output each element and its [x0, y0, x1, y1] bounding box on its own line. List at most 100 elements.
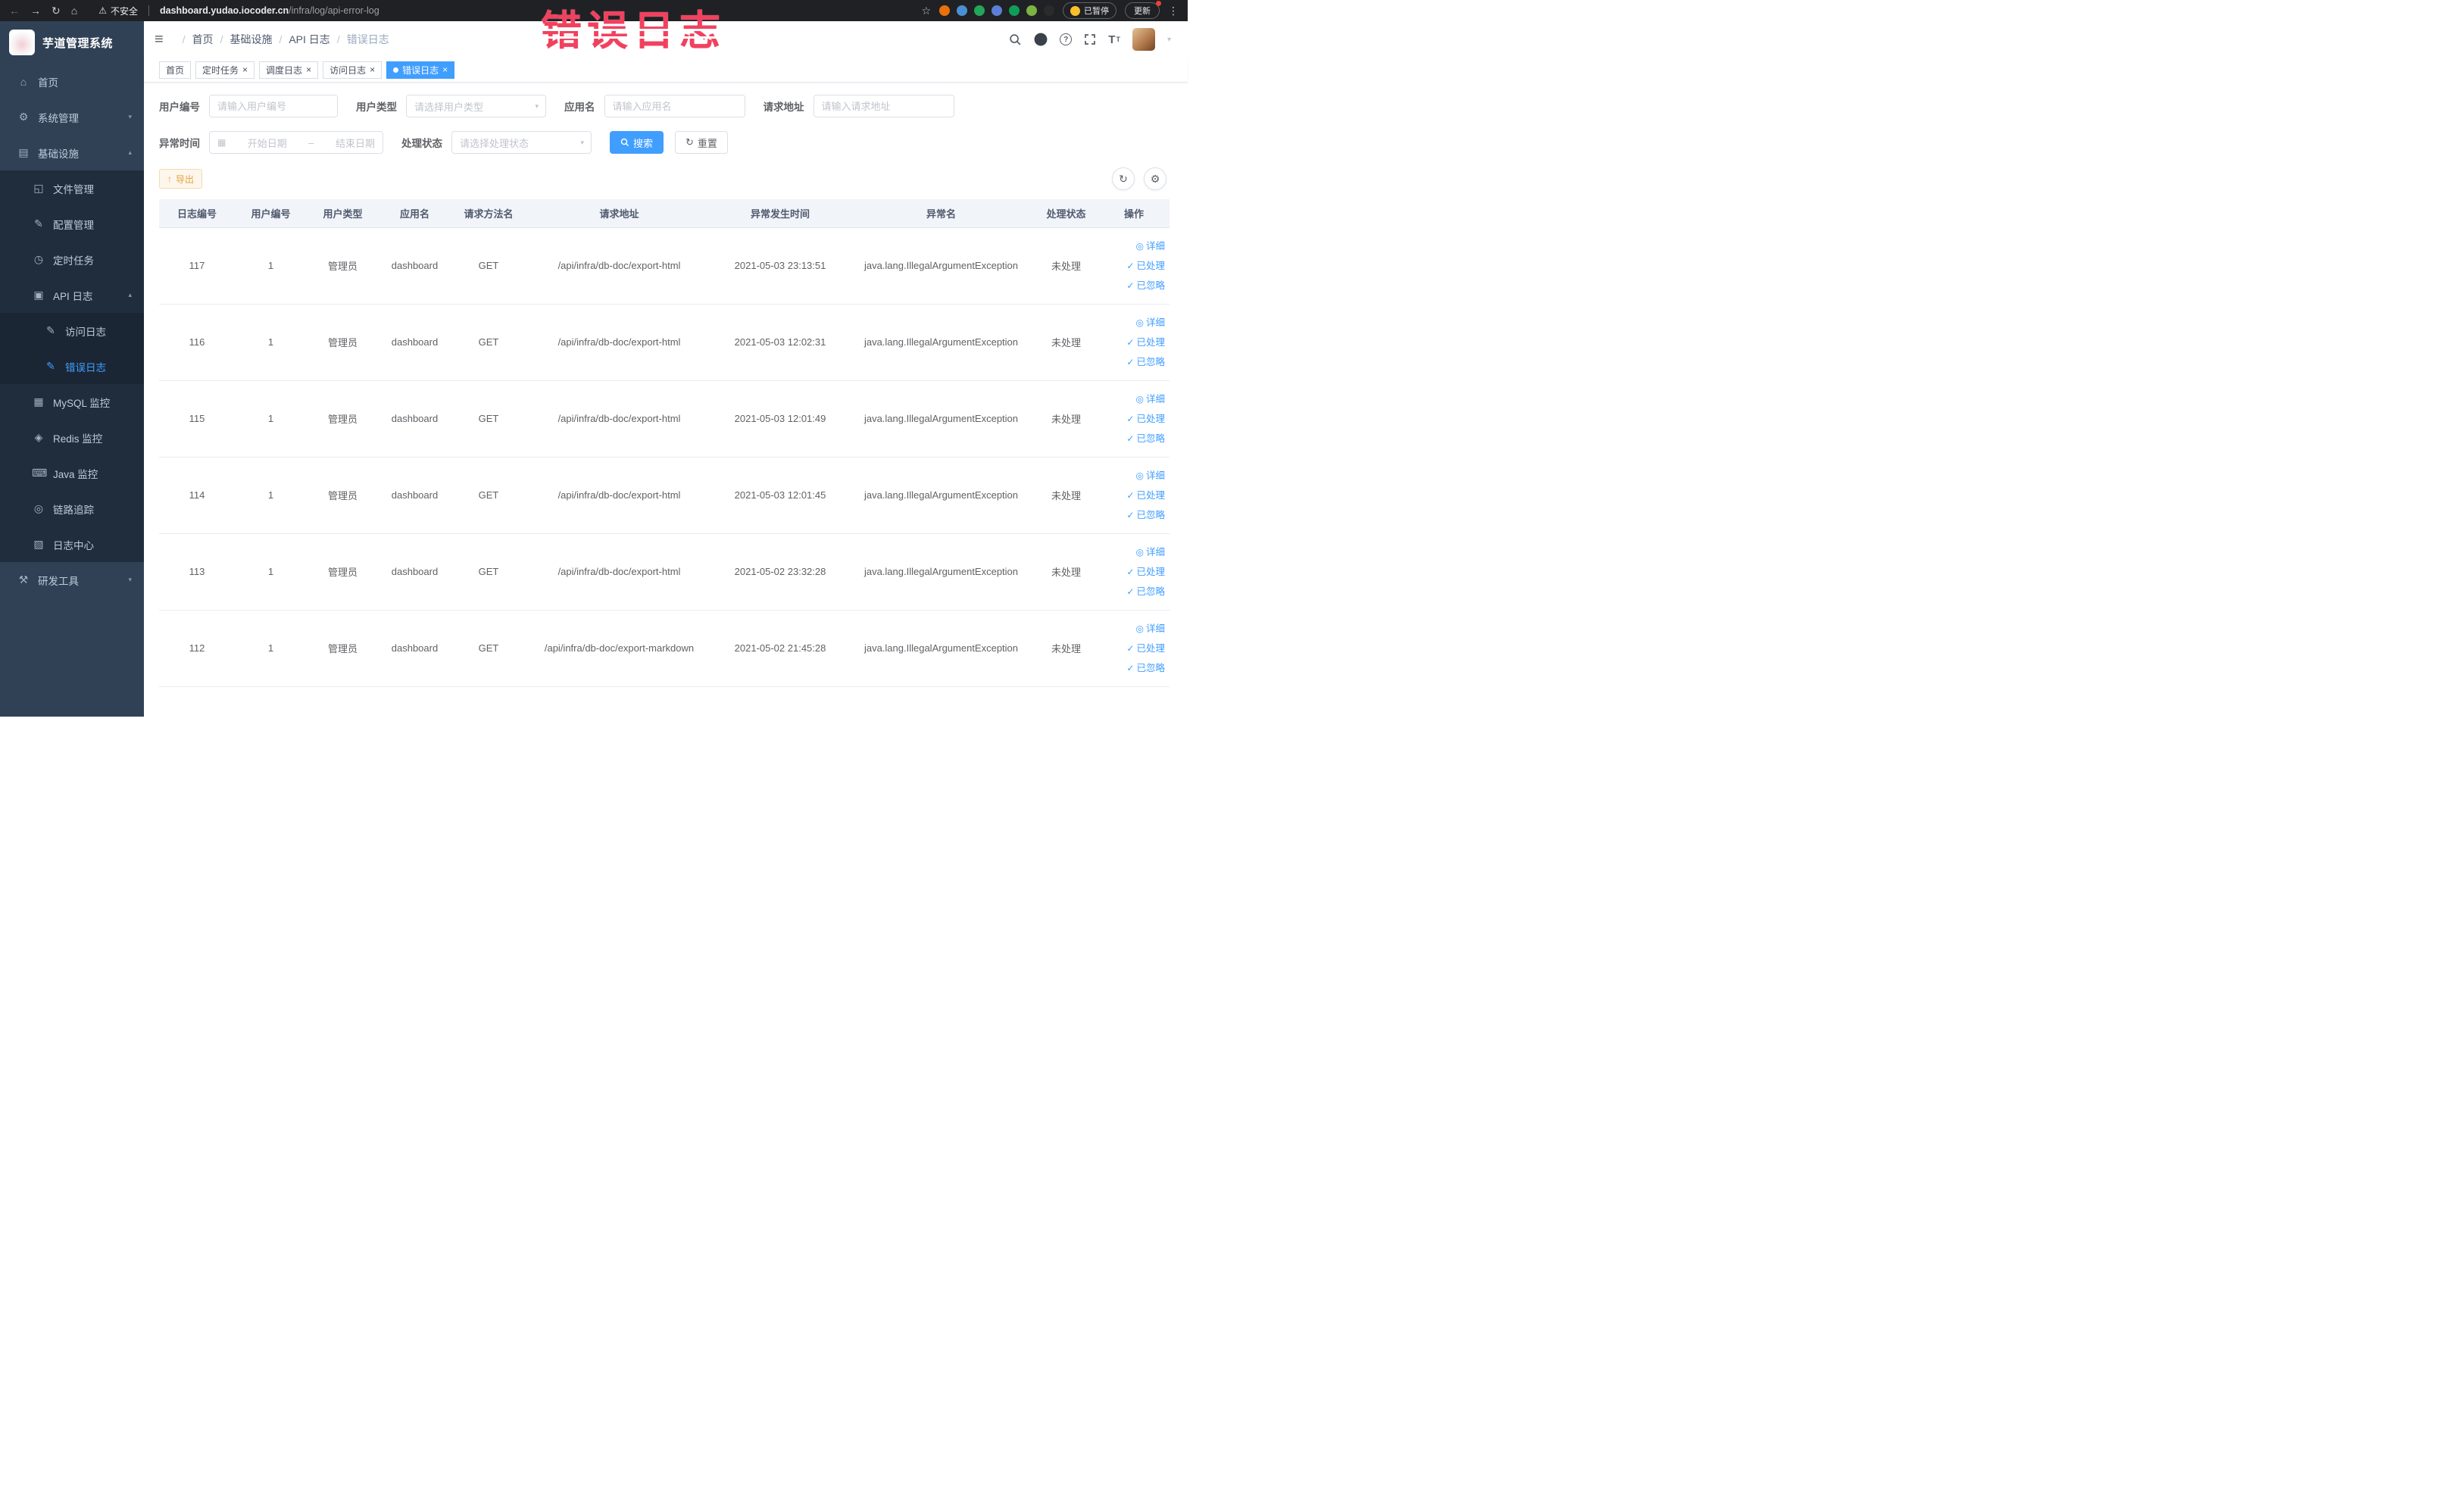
tab-job-log[interactable]: 调度日志 × — [259, 61, 319, 79]
sidebar-item-infra[interactable]: ▤ 基础设施 ▴ — [0, 135, 144, 170]
request-url-input[interactable] — [813, 95, 954, 117]
paused-badge[interactable]: 已暂停 — [1063, 2, 1116, 19]
chevron-up-icon: ▴ — [128, 148, 132, 156]
breadcrumb-item[interactable]: 首页 — [176, 32, 214, 47]
menu-item-label: 日志中心 — [53, 539, 94, 551]
column-settings-icon[interactable]: ⚙ — [1144, 167, 1166, 190]
search-icon[interactable] — [1009, 33, 1022, 46]
extension-leaf-icon[interactable] — [1026, 5, 1037, 16]
security-indicator[interactable]: ⚠ 不安全 — [98, 5, 138, 17]
action-mark-ignored[interactable]: ✓ 已忽略 — [1101, 276, 1166, 295]
sidebar-item-scheduled-job[interactable]: ◷ 定时任务 — [0, 242, 144, 277]
chevron-down-icon[interactable]: ▾ — [1167, 36, 1171, 44]
sidebar-item-java-monitor[interactable]: ⌨ Java 监控 — [0, 455, 144, 491]
reset-button-label: 重置 — [697, 137, 717, 149]
sidebar-item-dev-tools[interactable]: ⚒ 研发工具 ▾ — [0, 562, 144, 598]
action-detail[interactable]: ◎ 详细 — [1101, 313, 1166, 333]
menu-item-label: 系统管理 — [38, 112, 79, 124]
sidebar-item-file-manage[interactable]: ◱ 文件管理 — [0, 170, 144, 206]
action-mark-ignored[interactable]: ✓ 已忽略 — [1101, 658, 1166, 678]
font-size-icon[interactable] — [1108, 33, 1120, 46]
cell-log-id: 115 — [159, 380, 235, 458]
sidebar-menu: ⌂ 首页 ⚙ 系统管理 ▾ ▤ 基础设施 ▴ ◱ 文件管理 ✎ 配置管理 ◷ 定… — [0, 64, 144, 598]
close-icon[interactable]: × — [442, 65, 448, 74]
tab-access-log[interactable]: 访问日志 × — [323, 61, 383, 79]
action-mark-processed[interactable]: ✓ 已处理 — [1101, 562, 1166, 582]
update-button[interactable]: 更新 — [1125, 1, 1161, 19]
github-icon[interactable] — [1034, 33, 1048, 46]
tab-scheduled-job[interactable]: 定时任务 × — [195, 61, 255, 79]
action-detail[interactable]: ◎ 详细 — [1101, 619, 1166, 639]
sidebar-item-access-log[interactable]: ✎ 访问日志 — [0, 313, 144, 348]
cell-user-id: 1 — [235, 227, 307, 305]
help-icon[interactable] — [1060, 33, 1073, 45]
fullscreen-icon[interactable] — [1084, 33, 1096, 45]
cell-user-type: 管理员 — [307, 304, 379, 381]
arrow-left-icon[interactable]: ← — [9, 5, 20, 16]
close-icon[interactable]: × — [370, 65, 375, 74]
arrow-right-icon[interactable]: → — [30, 5, 41, 16]
sidebar-item-system[interactable]: ⚙ 系统管理 ▾ — [0, 99, 144, 135]
action-detail[interactable]: ◎ 详细 — [1101, 542, 1166, 562]
tab-error-log[interactable]: 错误日志 × — [386, 61, 455, 79]
access-log-icon: ✎ — [46, 324, 55, 336]
action-mark-processed[interactable]: ✓ 已处理 — [1101, 333, 1166, 352]
action-mark-processed[interactable]: ✓ 已处理 — [1101, 639, 1166, 658]
action-detail[interactable]: ◎ 详细 — [1101, 236, 1166, 256]
extension-red-circle-icon[interactable] — [939, 5, 950, 16]
sidebar-item-config-manage[interactable]: ✎ 配置管理 — [0, 206, 144, 242]
hamburger-icon[interactable]: ≡ — [155, 31, 164, 48]
app-title: 芋道管理系统 — [42, 36, 114, 50]
app-name-input[interactable] — [604, 95, 745, 117]
action-mark-ignored[interactable]: ✓ 已忽略 — [1101, 505, 1166, 525]
menu-item-label: 文件管理 — [53, 183, 94, 195]
reload-icon[interactable]: ↻ — [52, 5, 61, 16]
cell-exception-name: java.lang.IllegalArgumentException — [848, 610, 1034, 687]
process-status-select[interactable]: 请选择处理状态 ▾ — [451, 131, 592, 154]
export-button[interactable]: ↑ 导出 — [159, 169, 203, 189]
extension-paw-icon[interactable] — [1044, 5, 1054, 16]
api-log-icon: ▣ — [33, 289, 44, 301]
sidebar-item-log-center[interactable]: ▨ 日志中心 — [0, 526, 144, 562]
action-detail[interactable]: ◎ 详细 — [1101, 389, 1166, 409]
extension-green-circle-icon[interactable] — [974, 5, 985, 16]
close-icon[interactable]: × — [306, 65, 311, 74]
action-mark-ignored[interactable]: ✓ 已忽略 — [1101, 582, 1166, 601]
action-detail[interactable]: ◎ 详细 — [1101, 466, 1166, 486]
extension-blue-grid-icon[interactable] — [992, 5, 1002, 16]
browser-home-icon[interactable]: ⌂ — [71, 5, 77, 16]
sidebar-item-error-log[interactable]: ✎ 错误日志 — [0, 348, 144, 384]
sidebar-item-home[interactable]: ⌂ 首页 — [0, 64, 144, 99]
sidebar-item-trace[interactable]: ◎ 链路追踪 — [0, 491, 144, 526]
user-type-select[interactable]: 请选择用户类型 ▾ — [406, 95, 546, 117]
exception-time-range-picker[interactable]: ▦ 开始日期 – 结束日期 — [209, 131, 383, 154]
column-header: 处理状态 — [1034, 199, 1098, 228]
sidebar-item-api-log[interactable]: ▣ API 日志 ▴ — [0, 277, 144, 313]
action-mark-processed[interactable]: ✓ 已处理 — [1101, 256, 1166, 276]
close-icon[interactable]: × — [242, 65, 248, 74]
action-mark-ignored[interactable]: ✓ 已忽略 — [1101, 429, 1166, 448]
end-date-placeholder: 结束日期 — [335, 137, 375, 149]
browser-chrome: ← → ↻ ⌂ ⚠ 不安全 dashboard.yudao.iocoder.cn… — [0, 0, 1188, 21]
action-ignored-label: 已忽略 — [1136, 433, 1165, 444]
user-id-input[interactable] — [209, 95, 338, 117]
search-button[interactable]: 搜索 — [610, 131, 664, 154]
gear-icon: ⚙ — [18, 111, 29, 123]
action-detail-label: 详细 — [1145, 240, 1165, 251]
reset-button[interactable]: ↻ 重置 — [675, 131, 728, 154]
action-mark-processed[interactable]: ✓ 已处理 — [1101, 486, 1166, 505]
check-icon: ✓ — [1126, 642, 1135, 654]
sidebar-item-mysql-monitor[interactable]: ▦ MySQL 监控 — [0, 384, 144, 420]
kebab-menu-icon[interactable]: ⋮ — [1168, 5, 1179, 16]
action-mark-ignored[interactable]: ✓ 已忽略 — [1101, 352, 1166, 372]
url-domain: dashboard.yudao.iocoder.cn — [159, 5, 289, 16]
refresh-icon[interactable]: ↻ — [1112, 167, 1135, 190]
bookmark-star-icon[interactable]: ☆ — [921, 5, 931, 16]
extension-on-badge-icon[interactable] — [1009, 5, 1020, 16]
url-bar[interactable]: dashboard.yudao.iocoder.cn/infra/log/api… — [160, 5, 379, 16]
avatar[interactable] — [1132, 28, 1155, 51]
extension-blue-drop-icon[interactable] — [957, 5, 967, 16]
tab-home[interactable]: 首页 — [159, 61, 192, 79]
sidebar-item-redis-monitor[interactable]: ◈ Redis 监控 — [0, 420, 144, 455]
action-mark-processed[interactable]: ✓ 已处理 — [1101, 409, 1166, 429]
